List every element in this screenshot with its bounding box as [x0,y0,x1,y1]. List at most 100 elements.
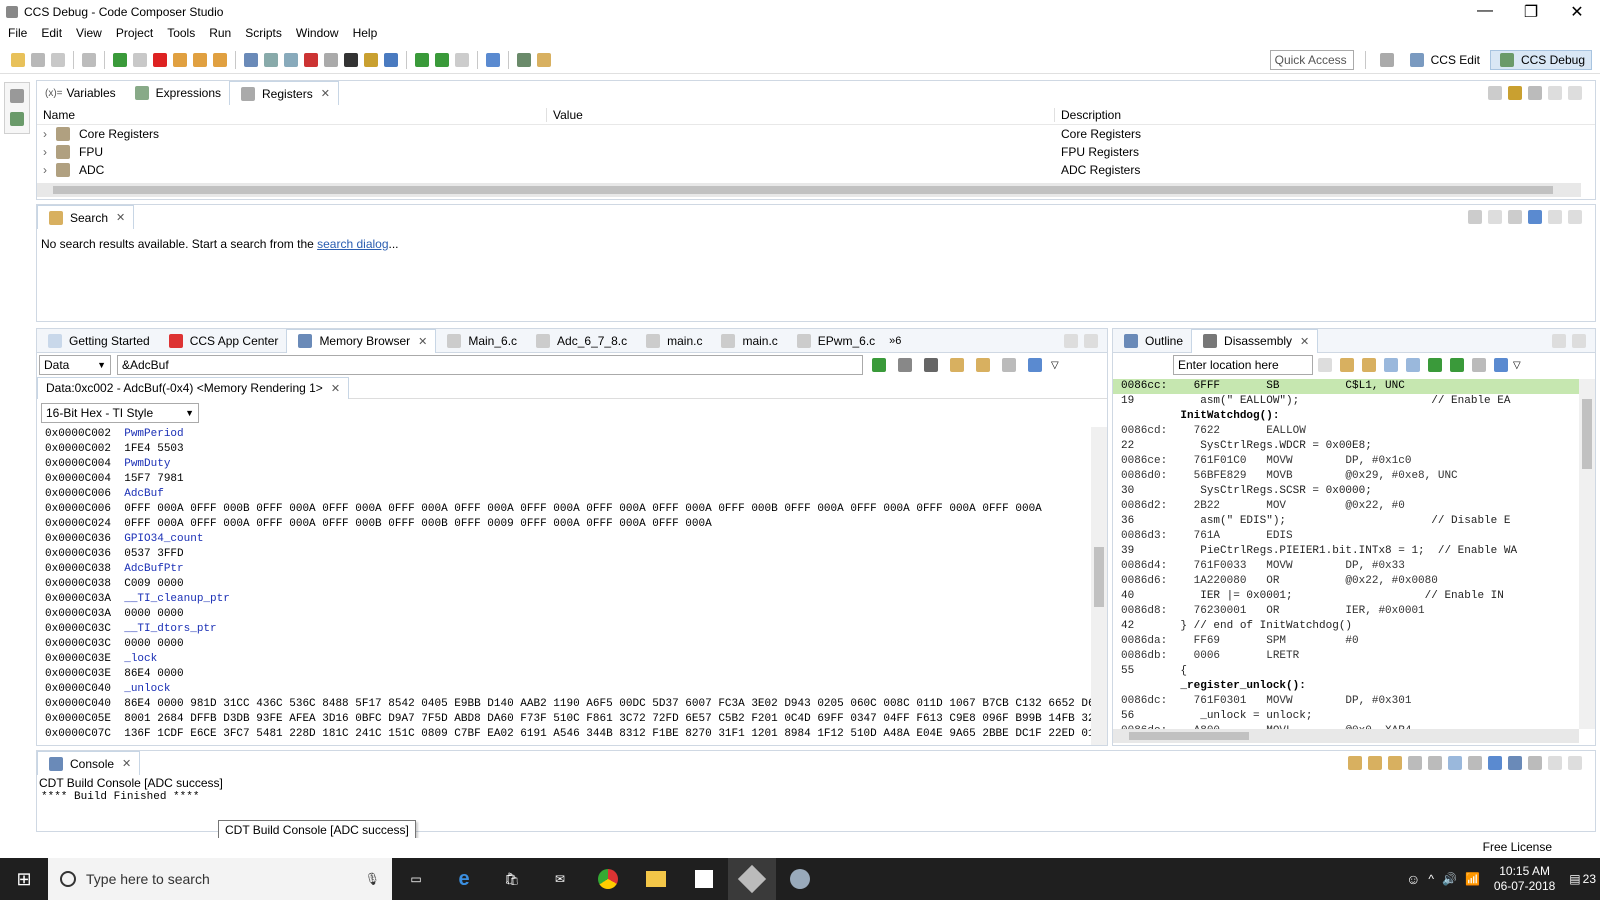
link-icon[interactable] [950,358,964,372]
close-icon[interactable]: ✕ [1300,335,1309,348]
menu-file[interactable]: File [8,26,27,40]
chrome-icon[interactable] [584,858,632,900]
format-select[interactable]: 16-Bit Hex - TI Style ▼ [41,403,199,423]
memory-line[interactable]: 0x0000C002 PwmPeriod [45,427,1099,442]
link-icon[interactable] [1384,358,1398,372]
memory-line[interactable]: 0x0000C03A 0000 0000 [45,607,1099,622]
memory-line[interactable]: 0x0000C03E _lock [45,652,1099,667]
breakpoint-icon[interactable] [304,52,318,67]
new-icon[interactable] [11,52,25,67]
memory-line[interactable]: 0x0000C006 0FFF 000A 0FFF 000B 0FFF 000A… [45,502,1099,517]
memory-line[interactable]: 0x0000C036 GPIO34_count [45,532,1099,547]
tab-registers[interactable]: Registers ✕ [229,81,339,105]
expand-icon[interactable]: › [43,127,47,141]
restart-icon[interactable] [264,52,278,67]
tab-outline[interactable]: Outline [1113,329,1191,353]
minimize-view-icon[interactable] [1552,333,1566,348]
maximize-view-icon[interactable] [1084,333,1098,348]
sticky-notes-icon[interactable] [680,858,728,900]
search-dialog-link[interactable]: search dialog [317,237,388,251]
tab-getting-started[interactable]: Getting Started [37,329,158,353]
people-icon[interactable]: ☺ [1406,871,1420,887]
quick-access-input[interactable]: Quick Access [1269,49,1354,70]
close-icon[interactable]: ✕ [122,757,131,770]
memory-line[interactable]: 0x0000C004 PwmDuty [45,457,1099,472]
memory-line[interactable]: 0x0000C05E 8001 2684 DFFB D3DB 93FE AFEA… [45,712,1107,727]
expand-icon[interactable]: › [43,163,47,177]
maximize-button[interactable]: ❐ [1508,2,1554,22]
clear-console-icon[interactable] [1428,756,1442,770]
disasm-line[interactable]: 0086d6: 1A220080 OR @0x22, #0x0080 [1113,574,1595,589]
disasm-line[interactable]: 40 IER |= 0x0001; // Enable IN [1113,589,1595,604]
tab-expressions[interactable]: Expressions [124,81,229,105]
memory-line[interactable]: 0x0000C03C 0000 0000 [45,637,1099,652]
disasm-line[interactable]: 30 SysCtrlRegs.SCSR = 0x0000; [1113,484,1595,499]
save-memory-icon[interactable] [924,358,938,372]
menu-window[interactable]: Window [296,26,339,40]
refresh-memory-icon[interactable] [872,358,886,372]
disasm-line[interactable]: 0086d8: 76230001 OR IER, #0x0001 [1113,604,1595,619]
search-icon[interactable] [486,52,500,67]
reset-icon[interactable] [455,52,469,67]
memory-line[interactable]: 0x0000C038 C009 0000 [45,577,1099,592]
close-icon[interactable]: ✕ [418,335,427,348]
memory-line[interactable]: 0x0000C040 86E4 0000 981D 31CC 436C 536C… [45,697,1107,712]
copy-icon[interactable] [1408,756,1422,770]
notifications-icon[interactable]: ▤ 23 [1569,872,1596,886]
step-over-asm-icon[interactable] [435,52,449,67]
disasm-horizontal-scrollbar[interactable] [1113,729,1579,743]
minimize-button[interactable]: — [1462,2,1508,22]
store-icon[interactable]: 🛍 [488,858,536,900]
disasm-line[interactable]: _register_unlock(): [1113,679,1595,694]
search-history-icon[interactable] [1508,210,1522,224]
column-description[interactable]: Description [1055,108,1121,122]
memory-line[interactable]: 0x0000C03E 86E4 0000 [45,667,1099,682]
view-menu-icon[interactable]: ▽ [1051,360,1059,371]
save-icon[interactable] [31,52,45,67]
memory-expression-input[interactable]: &AdcBuf [117,355,863,375]
disasm-line[interactable]: 0086d4: 761F0033 MOVW DP, #0x33 [1113,559,1595,574]
collapse-all-icon[interactable] [1488,86,1502,100]
load-program-icon[interactable] [284,52,298,67]
close-icon[interactable]: ✕ [321,87,330,100]
disasm-line[interactable]: 0086d0: 56BFE829 MOVB @0x29, #0xe8, UNC [1113,469,1595,484]
close-icon[interactable]: ✕ [331,382,340,395]
prev-error-icon[interactable] [1368,756,1382,770]
taskbar-search[interactable]: Type here to search 🎙 [48,858,392,900]
connect-icon[interactable] [244,52,258,67]
show-build-console-icon[interactable] [1388,756,1402,770]
disasm-line[interactable]: 0086db: 0006 LRETR [1113,649,1595,664]
pin-icon[interactable] [1528,210,1542,224]
tab-console[interactable]: Console ✕ [37,751,141,775]
edge-icon[interactable]: e [440,858,488,900]
menu-run[interactable]: Run [209,26,231,40]
perspective-ccs-debug[interactable]: CCS Debug [1489,49,1592,70]
disasm-line[interactable]: 0086cd: 7622 EALLOW [1113,424,1595,439]
home-icon[interactable] [1340,358,1354,372]
restore-icon[interactable] [10,89,24,103]
horizontal-scrollbar[interactable] [37,183,1581,197]
run-icon[interactable] [364,52,378,67]
disasm-line[interactable]: 39 PieCtrlRegs.PIEIER1.bit.INTx8 = 1; //… [1113,544,1595,559]
close-button[interactable]: ✕ [1554,2,1600,22]
pin-icon[interactable] [1488,756,1502,770]
tab-main-6-c[interactable]: Main_6.c [436,329,525,353]
external-tools-icon[interactable] [384,52,398,67]
step-return-icon[interactable] [213,52,227,67]
save-all-icon[interactable] [51,52,65,67]
tab-epwm-6-c[interactable]: EPwm_6.c [786,329,883,353]
memory-line[interactable]: 0x0000C002 1FE4 5503 [45,442,1099,457]
go-icon[interactable] [1318,358,1332,372]
tab-app-center[interactable]: CCS App Center [158,329,287,353]
disasm-line[interactable]: 0086cc: 6FFF SB C$L1, UNC [1113,379,1595,394]
table-row[interactable]: › Core Registers Core Registers [37,125,1595,143]
open-console-icon[interactable] [1528,756,1542,770]
expand-icon[interactable]: › [43,145,47,159]
memory-line[interactable]: 0x0000C03A __TI_cleanup_ptr [45,592,1099,607]
task-view-icon[interactable]: ▭ [392,858,440,900]
disasm-line[interactable]: InitWatchdog(): [1113,409,1595,424]
maximize-view-icon[interactable] [1568,756,1582,770]
menu-scripts[interactable]: Scripts [245,26,282,40]
disasm-vertical-scrollbar[interactable] [1579,379,1595,729]
table-row[interactable]: › FPU FPU Registers [37,143,1595,161]
